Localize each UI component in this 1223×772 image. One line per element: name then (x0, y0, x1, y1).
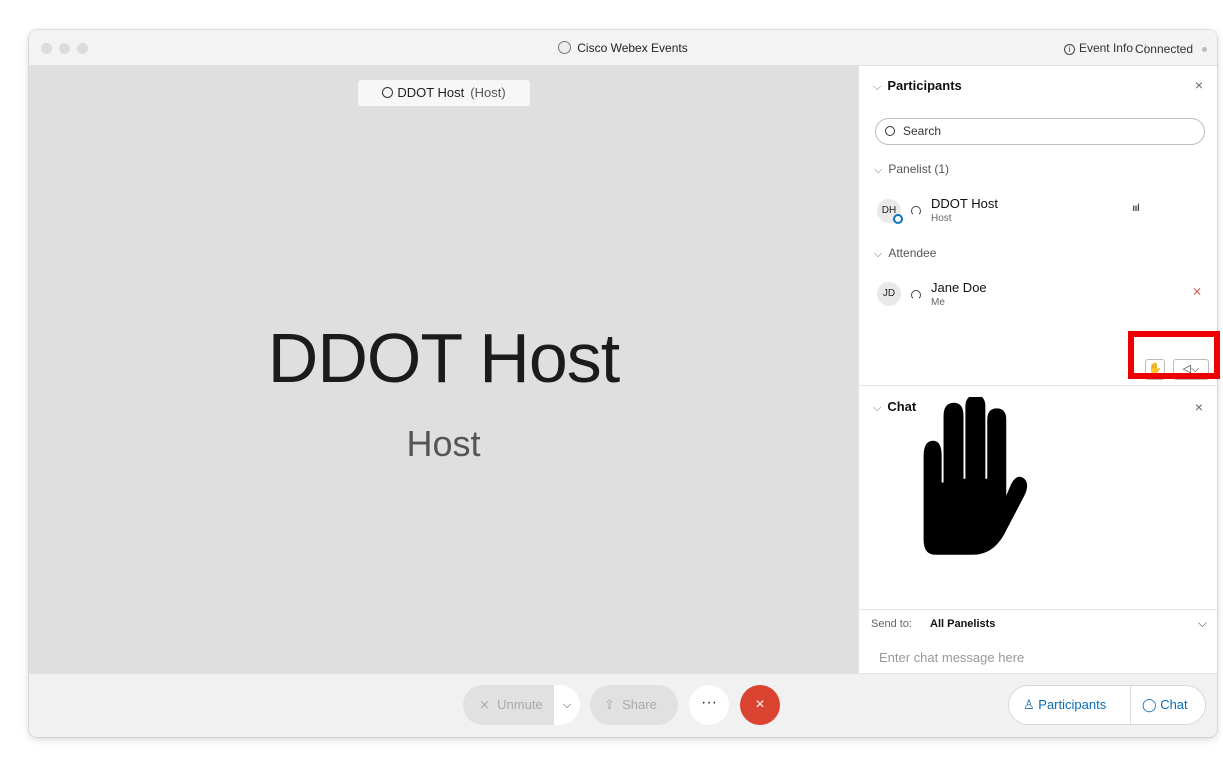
share-icon: ⇪ (604, 697, 615, 712)
event-info-link[interactable]: i Event Info (1063, 41, 1133, 55)
more-options-button[interactable]: ··· (689, 685, 729, 725)
headset-icon (911, 206, 921, 216)
chevron-down-icon: ⌵ (874, 164, 883, 176)
chat-message-input[interactable]: Enter chat message here (879, 650, 1024, 665)
participant-role: Me (931, 297, 945, 308)
video-stage: DDOT Host (Host) DDOT Host Host (29, 66, 858, 673)
chevron-down-icon[interactable]: ⌵ (1198, 616, 1207, 631)
active-speaker-chip: DDOT Host (Host) (358, 80, 530, 106)
raised-hand-icon (923, 397, 1028, 559)
chat-header[interactable]: ⌵ Chat (873, 399, 916, 415)
toggle-separator (1130, 686, 1131, 724)
audio-level-icon: ıııl (1132, 203, 1140, 214)
panel-toggle-group: ♙ Participants ◯ Chat (1008, 685, 1206, 725)
muted-mic-icon: ⨯ (1192, 284, 1203, 298)
highlight-annotation-box (1128, 331, 1220, 379)
chat-divider (859, 609, 1217, 610)
chevron-down-icon: ⌵ (873, 402, 882, 414)
connection-status-dot-icon (1202, 47, 1207, 52)
panel-divider (859, 385, 1217, 386)
participant-role: Host (931, 213, 952, 224)
person-icon: ♙ (1023, 697, 1035, 712)
participant-search-input[interactable]: Search (875, 118, 1205, 145)
host-icon (382, 87, 394, 98)
audio-options-chevron-icon[interactable]: ⌵ (554, 685, 580, 725)
connection-status: Connected (1134, 42, 1193, 56)
chat-bubble-icon: ◯ (1142, 697, 1157, 712)
close-participants-button[interactable]: × (1195, 77, 1203, 93)
meeting-control-bar: ⨯ Unmute ⌵ ⇪ Share ··· × ♙ Participants … (29, 673, 1217, 737)
attendee-group-toggle[interactable]: ⌵ Attendee (874, 246, 936, 261)
participants-header[interactable]: ⌵ Participants (873, 78, 962, 94)
chevron-down-icon: ⌵ (874, 248, 883, 260)
host-badge-icon (893, 214, 903, 224)
panelist-group-toggle[interactable]: ⌵ Panelist (1) (874, 162, 949, 177)
send-to-select[interactable]: All Panelists (930, 618, 995, 630)
presenter-role: Host (406, 423, 481, 464)
title-bar: Cisco Webex Events i Event Info | Connect… (29, 30, 1217, 66)
chevron-down-icon: ⌵ (873, 81, 882, 93)
search-icon (885, 126, 895, 136)
participant-name: DDOT Host (931, 196, 998, 211)
share-button[interactable]: ⇪ Share (590, 685, 678, 725)
avatar: JD (877, 282, 901, 306)
participants-toggle-button[interactable]: ♙ Participants (1023, 686, 1106, 724)
app-window: Cisco Webex Events i Event Info | Connect… (29, 30, 1217, 737)
send-to-label: Send to: (871, 618, 912, 630)
chat-toggle-button[interactable]: ◯ Chat (1142, 686, 1188, 724)
participant-name: Jane Doe (931, 280, 987, 295)
info-icon: i (1063, 44, 1075, 55)
leave-meeting-button[interactable]: × (740, 685, 780, 725)
window-title: Cisco Webex Events (29, 41, 1217, 55)
avatar: DH (877, 199, 903, 224)
close-chat-button[interactable]: × (1195, 399, 1203, 415)
webex-logo-icon (558, 41, 572, 54)
presenter-name: DDOT Host (267, 319, 620, 397)
muted-mic-icon: ⨯ (479, 697, 490, 712)
headset-icon (911, 290, 921, 300)
